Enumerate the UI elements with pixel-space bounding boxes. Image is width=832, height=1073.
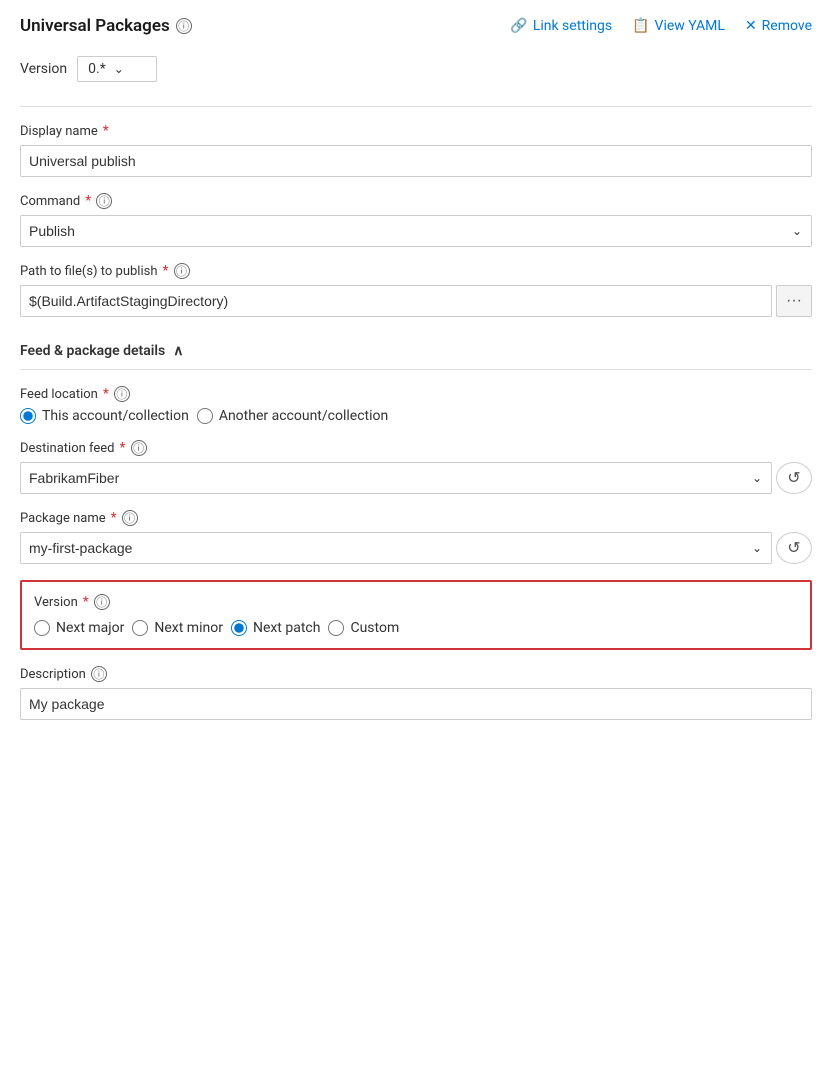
destination-feed-label: Destination feed * ⓘ [20,440,812,456]
feed-location-radio-group: This account/collection Another account/… [20,408,812,424]
command-select-wrapper: Publish Download ⌄ [20,215,812,247]
version-group: Version * ⓘ Next major Next minor Next p… [20,580,812,650]
display-name-group: Display name * [20,123,812,177]
version-next-major-radio[interactable] [34,620,50,636]
display-name-label: Display name * [20,123,812,139]
yaml-icon: 📋 [632,18,649,34]
version-next-minor-option[interactable]: Next minor [132,620,223,636]
command-required: * [85,193,91,209]
feed-package-section-header[interactable]: Feed & package details ∧ [20,333,812,370]
version-next-minor-radio[interactable] [132,620,148,636]
package-refresh-icon: ↺ [787,538,800,558]
close-icon: ✕ [745,18,757,34]
feed-location-this-radio[interactable] [20,408,36,424]
path-required: * [163,263,169,279]
command-label: Command * ⓘ [20,193,812,209]
path-info-icon[interactable]: ⓘ [174,263,190,279]
path-label: Path to file(s) to publish * ⓘ [20,263,812,279]
destination-feed-refresh-button[interactable]: ↺ [776,462,812,494]
path-group: Path to file(s) to publish * ⓘ ··· [20,263,812,317]
destination-feed-info-icon[interactable]: ⓘ [131,440,147,456]
link-settings-button[interactable]: 🔗 Link settings [510,18,612,34]
path-input[interactable] [20,285,772,317]
version-radio-group: Next major Next minor Next patch Custom [34,620,798,636]
separator-1 [20,106,812,107]
destination-feed-row: FabrikamFiber ⌄ ↺ [20,462,812,494]
destination-feed-select-wrapper: FabrikamFiber ⌄ [20,462,772,494]
header-actions: 🔗 Link settings 📋 View YAML ✕ Remove [510,18,812,34]
version-next-patch-label: Next patch [253,620,321,636]
feed-location-label: Feed location * ⓘ [20,386,812,402]
command-select[interactable]: Publish Download [20,215,812,247]
destination-feed-group: Destination feed * ⓘ FabrikamFiber ⌄ ↺ [20,440,812,494]
version-custom-label: Custom [350,620,399,636]
feed-location-another-label: Another account/collection [219,408,388,424]
version-next-major-label: Next major [56,620,124,636]
display-name-input[interactable] [20,145,812,177]
version-next-patch-option[interactable]: Next patch [231,620,321,636]
package-name-row: my-first-package ⌄ ↺ [20,532,812,564]
version-selector-row: Version 0.* ⌄ [20,56,812,82]
page-title: Universal Packages [20,16,170,36]
browse-button[interactable]: ··· [776,285,812,317]
package-name-select[interactable]: my-first-package [20,532,772,564]
view-yaml-label: View YAML [655,18,725,34]
package-name-select-wrapper: my-first-package ⌄ [20,532,772,564]
package-name-info-icon[interactable]: ⓘ [122,510,138,526]
feed-location-group: Feed location * ⓘ This account/collectio… [20,386,812,424]
command-info-icon[interactable]: ⓘ [96,193,112,209]
feed-location-another-radio[interactable] [197,408,213,424]
path-input-wrapper [20,285,772,317]
version-next-major-option[interactable]: Next major [34,620,124,636]
package-name-required: * [111,510,117,526]
remove-button[interactable]: ✕ Remove [745,18,812,34]
feed-package-chevron-icon: ∧ [173,343,183,359]
feed-location-required: * [103,386,109,402]
link-settings-label: Link settings [533,18,612,34]
version-required: * [83,594,89,610]
description-info-icon[interactable]: ⓘ [91,666,107,682]
destination-feed-required: * [120,440,126,456]
feed-location-info-icon[interactable]: ⓘ [114,386,130,402]
description-label: Description ⓘ [20,666,812,682]
ellipsis-icon: ··· [786,292,802,310]
version-dropdown[interactable]: 0.* ⌄ [77,56,157,82]
package-name-refresh-button[interactable]: ↺ [776,532,812,564]
destination-feed-select[interactable]: FabrikamFiber [20,462,772,494]
version-info-icon[interactable]: ⓘ [94,594,110,610]
view-yaml-button[interactable]: 📋 View YAML [632,18,725,34]
feed-location-this-option[interactable]: This account/collection [20,408,189,424]
version-dropdown-value: 0.* [88,61,106,77]
version-next-minor-label: Next minor [154,620,223,636]
feed-location-another-option[interactable]: Another account/collection [197,408,388,424]
display-name-required: * [103,123,109,139]
version-custom-option[interactable]: Custom [328,620,399,636]
package-name-group: Package name * ⓘ my-first-package ⌄ ↺ [20,510,812,564]
title-info-icon[interactable]: ⓘ [176,18,192,34]
description-input[interactable] [20,688,812,720]
command-group: Command * ⓘ Publish Download ⌄ [20,193,812,247]
remove-label: Remove [762,18,812,34]
refresh-icon: ↺ [787,468,800,488]
version-label: Version * ⓘ [34,594,798,610]
version-selector-label: Version [20,61,67,77]
feed-package-section-label: Feed & package details [20,343,165,359]
description-group: Description ⓘ [20,666,812,720]
package-name-label: Package name * ⓘ [20,510,812,526]
link-icon: 🔗 [510,18,527,34]
version-custom-radio[interactable] [328,620,344,636]
version-dropdown-chevron: ⌄ [114,62,124,76]
feed-location-this-label: This account/collection [42,408,189,424]
version-next-patch-radio[interactable] [231,620,247,636]
header-left: Universal Packages ⓘ [20,16,192,36]
page-header: Universal Packages ⓘ 🔗 Link settings 📋 V… [20,16,812,36]
path-row: ··· [20,285,812,317]
